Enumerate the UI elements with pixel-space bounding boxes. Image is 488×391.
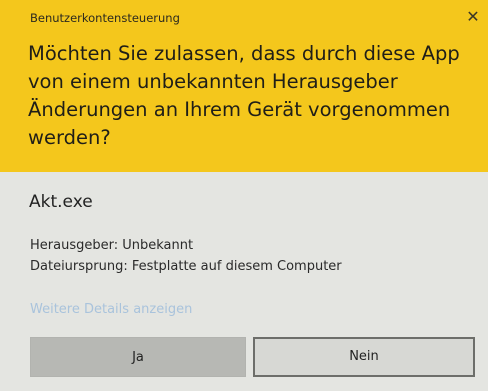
- question-line-4: werden?: [28, 126, 111, 149]
- question-line-2: von einem unbekannten Herausgeber: [28, 70, 398, 93]
- no-button[interactable]: Nein: [253, 337, 475, 377]
- consent-question: Möchten Sie zulassen, dass durch diese A…: [28, 40, 468, 152]
- file-origin-info: Dateiursprung: Festplatte auf diesem Com…: [30, 259, 342, 274]
- uac-dialog: Benutzerkontensteuerung ✕ Möchten Sie zu…: [0, 0, 488, 391]
- app-name: Akt.exe: [29, 192, 93, 212]
- publisher-info: Herausgeber: Unbekannt: [30, 238, 194, 253]
- question-line-1: Möchten Sie zulassen, dass durch diese A…: [28, 42, 460, 65]
- show-more-details-link[interactable]: Weitere Details anzeigen: [30, 302, 192, 317]
- close-icon[interactable]: ✕: [464, 8, 482, 26]
- window-title: Benutzerkontensteuerung: [30, 11, 180, 25]
- dialog-header: Benutzerkontensteuerung ✕ Möchten Sie zu…: [0, 0, 488, 172]
- question-line-3: Änderungen an Ihrem Gerät vorgenommen: [28, 98, 451, 121]
- yes-button[interactable]: Ja: [30, 337, 246, 377]
